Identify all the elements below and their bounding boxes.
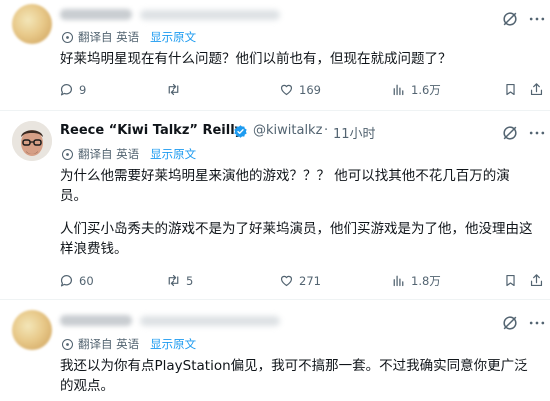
like-count: 271 [299, 273, 321, 288]
reply-button[interactable]: 9 [58, 81, 86, 98]
separator-dot: · [324, 123, 329, 138]
translation-notice: 翻译自 英语 显示原文 [60, 29, 196, 45]
like-button[interactable]: 271 [278, 272, 321, 289]
views-button[interactable]: 1.6万 [390, 81, 441, 98]
avatar[interactable] [12, 4, 52, 44]
grok-icon[interactable] [500, 123, 520, 143]
views-icon [393, 84, 404, 96]
tweet-actions: 60 5 271 1.8万 [0, 272, 550, 292]
translation-notice: 翻译自 英语 显示原文 [60, 336, 196, 352]
more-options-icon[interactable] [527, 123, 547, 143]
retweet-count: 5 [186, 273, 194, 288]
translate-label: 翻译自 英语 [78, 30, 140, 44]
translate-icon [61, 148, 74, 160]
blurred-handle [140, 10, 280, 20]
tweet-body: 我还以为你有点PlayStation偏见，我可不搞那一套。不过我确实同意你更广泛… [60, 358, 528, 394]
translate-label: 翻译自 英语 [78, 337, 140, 351]
tweet-body-paragraph-1: 为什么他需要好莱坞明星来演他的游戏？？？ 他可以找其他不花几百万的演员。 [60, 168, 510, 204]
heart-icon [280, 84, 293, 96]
translation-notice: 翻译自 英语 显示原文 [60, 146, 196, 162]
like-button[interactable]: 169 [278, 81, 321, 98]
reply-icon [60, 84, 72, 96]
tweet-actions: 9 169 1.6万 [0, 81, 550, 101]
reply-count: 9 [79, 82, 87, 97]
retweet-button[interactable] [165, 81, 186, 98]
verified-badge-icon [234, 125, 247, 138]
reply-button[interactable]: 60 [58, 272, 94, 289]
tweet-body-paragraph-2: 人们买小岛秀夫的游戏不是为了好莱坞演员，他们买游戏是为了他，他没理由这样浪费钱。 [60, 221, 533, 257]
share-icon[interactable] [528, 272, 545, 289]
heart-icon [280, 275, 293, 287]
avatar[interactable] [12, 121, 52, 161]
tweet-1[interactable]: 翻译自 英语 显示原文 好莱坞明星现在有什么问题？他们以前也有，但现在就成问题了… [0, 0, 550, 108]
avatar-portrait [12, 121, 52, 161]
like-count: 169 [299, 82, 321, 97]
more-options-icon[interactable] [527, 9, 547, 29]
grok-icon[interactable] [500, 313, 520, 333]
grok-icon[interactable] [500, 9, 520, 29]
display-name[interactable]: Reece “Kiwi Talkz” Reilly [60, 123, 243, 138]
retweet-icon [168, 274, 179, 287]
views-button[interactable]: 1.8万 [390, 272, 441, 289]
translate-label: 翻译自 英语 [78, 147, 140, 161]
view-count: 1.8万 [411, 273, 441, 288]
show-original-link[interactable]: 显示原文 [150, 29, 196, 45]
translate-icon [61, 338, 74, 350]
show-original-link[interactable]: 显示原文 [150, 336, 196, 352]
blurred-username [60, 315, 132, 326]
tweet-2[interactable]: Reece “Kiwi Talkz” Reilly @kiwitalkz · 1… [0, 111, 550, 299]
bookmark-icon[interactable] [502, 81, 519, 98]
blurred-handle [140, 316, 280, 326]
more-options-icon[interactable] [527, 313, 547, 333]
timestamp[interactable]: 11小时 [333, 123, 376, 142]
handle[interactable]: @kiwitalkz [253, 123, 322, 138]
tweet-body: 好莱坞明星现在有什么问题？他们以前也有，但现在就成问题了？ [60, 51, 452, 67]
view-count: 1.6万 [411, 82, 441, 97]
share-icon[interactable] [528, 81, 545, 98]
show-original-link[interactable]: 显示原文 [150, 146, 196, 162]
retweet-button[interactable]: 5 [165, 272, 193, 289]
blurred-username [60, 9, 132, 20]
reply-icon [60, 275, 72, 287]
reply-count: 60 [79, 273, 94, 288]
views-icon [393, 275, 404, 287]
avatar[interactable] [12, 310, 52, 350]
translate-icon [61, 31, 74, 43]
tweet-3[interactable]: 翻译自 英语 显示原文 我还以为你有点PlayStation偏见，我可不搞那一套… [0, 300, 550, 401]
bookmark-icon[interactable] [502, 272, 519, 289]
retweet-icon [168, 83, 179, 96]
